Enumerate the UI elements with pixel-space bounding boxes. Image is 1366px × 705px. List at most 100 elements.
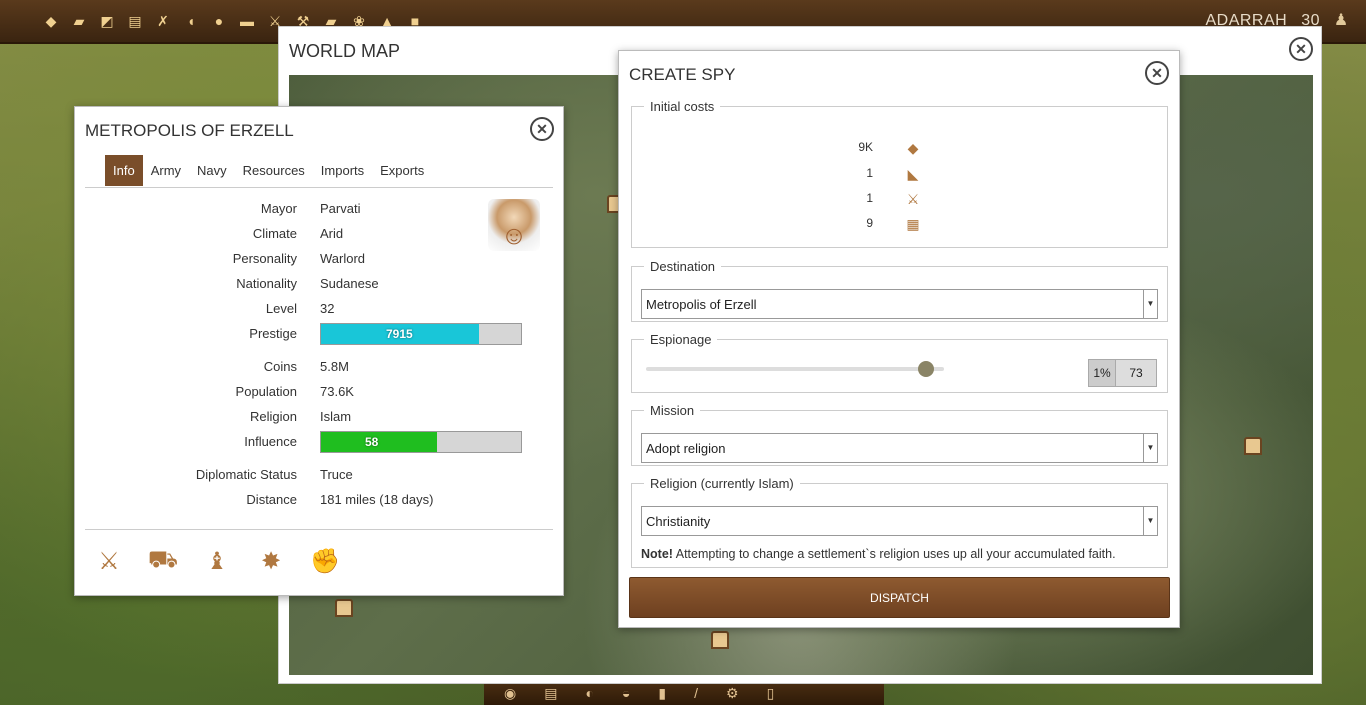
diplomatic-row: Diplomatic Status Truce xyxy=(75,467,565,487)
spy-icon[interactable]: ♝ xyxy=(199,543,235,579)
religion-legend: Religion (currently Islam) xyxy=(650,476,794,491)
religion-select[interactable]: Christianity ▼ xyxy=(641,506,1158,536)
cost-row-swords: 1 ⚔ xyxy=(632,191,1167,211)
espionage-value-box[interactable]: 1% 73 xyxy=(1088,359,1157,387)
bag-icon[interactable]: ◒ xyxy=(622,685,630,702)
chest-icon: ▦ xyxy=(906,216,920,232)
note-bold: Note! xyxy=(641,547,673,561)
cart-icon[interactable]: ⚙ xyxy=(726,685,739,702)
book-icon[interactable]: ▤ xyxy=(544,685,557,702)
religion-label: Religion xyxy=(250,409,297,424)
level-label: Level xyxy=(265,301,297,316)
mission-value: Adopt religion xyxy=(646,441,726,456)
chevron-down-icon[interactable]: ▼ xyxy=(1143,434,1157,462)
metropolis-actions: ⚔ ⛟ ♝ ✸ ✊ xyxy=(91,543,343,579)
tab-info[interactable]: Info xyxy=(105,155,143,186)
mission-select[interactable]: Adopt religion ▼ xyxy=(641,433,1158,463)
globe-icon[interactable]: ◉ xyxy=(504,685,516,702)
mayor-label: Mayor xyxy=(260,201,297,216)
climate-label: Climate xyxy=(252,226,297,241)
settlement-marker[interactable] xyxy=(1244,437,1262,455)
destination-group: Destination Metropolis of Erzell ▼ xyxy=(631,259,1168,322)
influence-value: 58 xyxy=(365,435,379,449)
tab-navy[interactable]: Navy xyxy=(189,155,235,186)
note-text: Attempting to change a settlement`s reli… xyxy=(672,547,1116,561)
swords-icon: ⚔ xyxy=(906,191,920,207)
mission-legend: Mission xyxy=(650,403,695,418)
religion-note: Note! Attempting to change a settlement`… xyxy=(641,547,1116,561)
settlement-marker[interactable] xyxy=(335,599,353,617)
mayor-value: Parvati xyxy=(320,201,361,216)
world-map-close-button[interactable]: ✕ xyxy=(1289,37,1313,61)
gold-icon[interactable]: ◆ xyxy=(40,10,62,32)
tab-exports[interactable]: Exports xyxy=(372,155,432,186)
mayor-row: Mayor Parvati xyxy=(75,201,565,221)
meat-icon[interactable]: ● xyxy=(208,10,230,32)
cost-horn-value: 1 xyxy=(866,166,873,180)
metropolis-tabs: Info Army Navy Resources Imports Exports xyxy=(105,155,432,186)
level-row: Level 32 xyxy=(75,301,565,321)
cost-row-coins: 9K ◆ xyxy=(632,140,1167,160)
attack-icon[interactable]: ⚔ xyxy=(91,543,127,579)
player-menu-icon[interactable]: ♟ xyxy=(1330,10,1352,32)
shell-icon[interactable]: ◐ xyxy=(585,685,593,702)
tab-army[interactable]: Army xyxy=(143,155,189,186)
create-spy-window: CREATE SPY ✕ Initial costs 9K ◆ 1 ◣ 1 ⚔ … xyxy=(618,50,1180,628)
bread-icon[interactable]: ◖ xyxy=(180,10,202,32)
tools-icon[interactable]: ✗ xyxy=(152,10,174,32)
religion-value: Islam xyxy=(320,409,352,424)
world-map-title: WORLD MAP xyxy=(289,41,401,61)
distance-row: Distance 181 miles (18 days) xyxy=(75,492,565,512)
sword-icon[interactable]: / xyxy=(694,685,698,702)
espionage-value[interactable]: 73 xyxy=(1116,360,1156,386)
actions-divider xyxy=(85,529,553,530)
chevron-down-icon[interactable]: ▼ xyxy=(1143,290,1157,318)
religion-row: Religion Islam xyxy=(75,409,565,429)
destination-select[interactable]: Metropolis of Erzell ▼ xyxy=(641,289,1158,319)
influence-bar: 58 xyxy=(320,431,522,453)
influence-label: Influence xyxy=(244,434,297,449)
distance-label: Distance xyxy=(246,492,297,507)
flag-icon[interactable]: ▮ xyxy=(658,685,666,702)
nationality-label: Nationality xyxy=(236,276,297,291)
caravan-icon[interactable]: ⛟ xyxy=(145,543,181,579)
destination-value: Metropolis of Erzell xyxy=(646,297,757,312)
sabotage-icon[interactable]: ✸ xyxy=(253,543,289,579)
iron-icon[interactable]: ◩ xyxy=(96,10,118,32)
handshake-icon[interactable]: ✊ xyxy=(307,543,343,579)
prestige-bar: 7915 xyxy=(320,323,522,345)
diplomatic-label: Diplomatic Status xyxy=(195,467,297,482)
metropolis-title: METROPOLIS OF ERZELL xyxy=(85,121,294,140)
wood-icon[interactable]: ▰ xyxy=(68,10,90,32)
population-row: Population 73.6K xyxy=(75,384,565,404)
climate-value: Arid xyxy=(320,226,344,241)
espionage-group: Espionage 1% 73 xyxy=(631,332,1168,393)
coins-row: Coins 5.8M xyxy=(75,359,565,379)
horn-icon: ◣ xyxy=(907,166,919,182)
espionage-slider[interactable] xyxy=(646,361,944,377)
espionage-legend: Espionage xyxy=(650,332,712,347)
tab-resources[interactable]: Resources xyxy=(235,155,313,186)
cost-swords-value: 1 xyxy=(866,191,873,205)
mission-group: Mission Adopt religion ▼ xyxy=(631,403,1168,466)
metropolis-close-button[interactable]: ✕ xyxy=(530,117,554,141)
create-spy-close-button[interactable]: ✕ xyxy=(1145,61,1169,85)
metropolis-window: METROPOLIS OF ERZELL ✕ Info Army Navy Re… xyxy=(74,106,564,596)
population-value: 73.6K xyxy=(320,384,354,399)
diplomatic-value: Truce xyxy=(320,467,353,482)
nationality-row: Nationality Sudanese xyxy=(75,276,565,296)
chevron-down-icon[interactable]: ▼ xyxy=(1143,507,1157,535)
clay-icon[interactable]: ▤ xyxy=(124,10,146,32)
tab-imports[interactable]: Imports xyxy=(313,155,372,186)
create-spy-title: CREATE SPY xyxy=(629,65,736,84)
cost-coins-value: 9K xyxy=(858,140,873,154)
personality-label: Personality xyxy=(232,251,297,266)
religion-group: Religion (currently Islam) Christianity … xyxy=(631,476,1168,568)
scroll-icon[interactable]: ▯ xyxy=(767,685,775,702)
cloth-icon[interactable]: ▬ xyxy=(236,10,258,32)
distance-value: 181 miles (18 days) xyxy=(320,492,434,507)
dispatch-button[interactable]: DISPATCH xyxy=(629,577,1170,618)
settlement-marker[interactable] xyxy=(711,631,729,649)
espionage-slider-handle[interactable] xyxy=(918,361,934,377)
cost-row-chest: 9 ▦ xyxy=(632,216,1167,236)
